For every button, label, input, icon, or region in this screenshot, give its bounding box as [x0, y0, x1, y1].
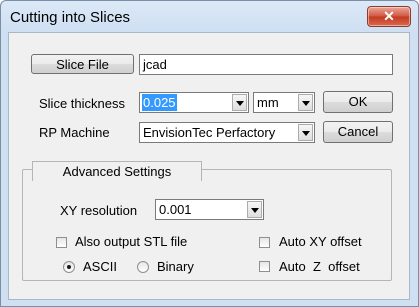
slice-thickness-label: Slice thickness: [39, 96, 125, 111]
close-button[interactable]: ✕: [367, 6, 411, 27]
xy-resolution-combo[interactable]: 0.001: [155, 199, 264, 220]
chevron-down-icon[interactable]: [298, 94, 313, 111]
chevron-down-icon[interactable]: [298, 124, 313, 141]
window-title: Cutting into Slices: [10, 9, 131, 26]
xy-resolution-label: XY resolution: [60, 203, 138, 218]
unit-value: mm: [257, 95, 279, 110]
tab-advanced-settings[interactable]: Advanced Settings: [32, 161, 202, 181]
slice-file-button[interactable]: Slice File: [31, 54, 134, 74]
rp-machine-value: EnvisionTec Perfactory: [143, 125, 276, 140]
ascii-label: ASCII: [83, 259, 117, 274]
chevron-down-icon[interactable]: [232, 94, 247, 111]
rp-machine-combo[interactable]: EnvisionTec Perfactory: [139, 122, 315, 143]
auto-xy-offset-checkbox[interactable]: [259, 237, 270, 248]
title-bar[interactable]: Cutting into Slices ✕: [1, 1, 418, 33]
auto-xy-offset-label: Auto XY offset: [279, 234, 362, 249]
auto-z-offset-checkbox[interactable]: [259, 261, 270, 272]
ok-button[interactable]: OK: [323, 91, 393, 113]
slice-thickness-value: 0.025: [142, 94, 177, 111]
rp-machine-label: RP Machine: [39, 125, 110, 140]
close-icon: ✕: [383, 8, 395, 24]
slice-file-input[interactable]: jcad: [139, 54, 393, 75]
also-output-stl-checkbox[interactable]: [56, 237, 67, 248]
cancel-button[interactable]: Cancel: [323, 121, 393, 143]
chevron-down-icon[interactable]: [247, 201, 262, 218]
binary-label: Binary: [157, 259, 194, 274]
also-output-stl-label: Also output STL file: [75, 234, 188, 249]
binary-radio[interactable]: [137, 261, 149, 273]
unit-combo[interactable]: mm: [253, 92, 315, 113]
slice-thickness-combo[interactable]: 0.025: [139, 92, 249, 113]
auto-z-offset-label: Auto Z offset: [279, 259, 360, 274]
ascii-radio[interactable]: [63, 261, 75, 273]
xy-resolution-value: 0.001: [159, 202, 192, 217]
